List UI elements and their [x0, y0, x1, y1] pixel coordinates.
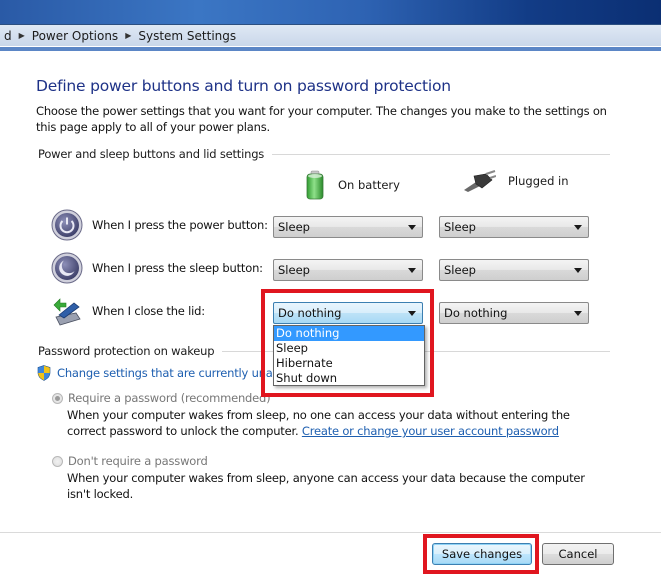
select-value: Sleep	[444, 263, 476, 277]
power-plug-icon	[464, 170, 496, 192]
chevron-down-icon	[408, 268, 416, 273]
breadcrumb-arrow-icon[interactable]: ▶	[16, 31, 28, 40]
sleep-button-label: When I press the sleep button:	[92, 261, 263, 275]
power-button-plugged-in-select[interactable]: Sleep	[439, 216, 589, 238]
page-title: Define power buttons and turn on passwor…	[36, 77, 451, 95]
select-value: Sleep	[278, 220, 310, 234]
column-label: On battery	[338, 178, 400, 192]
breadcrumb-item-power-options[interactable]: Power Options	[28, 29, 122, 43]
change-settings-link-text[interactable]: Change settings that are currently unava…	[57, 366, 289, 380]
laptop-lid-icon	[53, 298, 81, 326]
column-label: Plugged in	[508, 174, 569, 188]
close-lid-plugged-in-select[interactable]: Do nothing	[439, 302, 589, 324]
chevron-down-icon	[408, 225, 416, 230]
chevron-down-icon	[574, 268, 582, 273]
require-password-description: When your computer wakes from sleep, no …	[67, 407, 607, 439]
dont-require-password-description: When your computer wakes from sleep, any…	[67, 471, 585, 501]
select-value: Sleep	[278, 263, 310, 277]
section-header-power-buttons: Power and sleep buttons and lid settings	[38, 147, 610, 161]
radio-label[interactable]: Require a password (recommended)	[68, 391, 271, 405]
close-lid-label: When I close the lid:	[92, 304, 205, 318]
address-bar-border	[0, 46, 661, 52]
window-title-bar	[0, 0, 661, 24]
select-value: Sleep	[444, 220, 476, 234]
section-title: Power and sleep buttons and lid settings	[38, 147, 265, 161]
page-description: Choose the power settings that you want …	[36, 104, 607, 134]
select-value: Do nothing	[444, 306, 508, 320]
cancel-button[interactable]: Cancel	[542, 543, 614, 565]
breadcrumb-item-system-settings[interactable]: System Settings	[134, 29, 240, 43]
chevron-down-icon	[574, 311, 582, 316]
section-title: Password protection on wakeup	[38, 344, 215, 358]
highlight-box-lid-dropdown	[261, 289, 434, 397]
uac-shield-icon	[37, 365, 51, 381]
battery-icon	[306, 170, 324, 200]
breadcrumb-arrow-icon[interactable]: ▶	[122, 31, 134, 40]
section-divider	[272, 153, 610, 155]
create-password-link[interactable]: Create or change your user account passw…	[302, 424, 559, 438]
sleep-button-icon	[51, 252, 83, 284]
highlight-box-save-button	[423, 534, 539, 574]
footer-divider	[0, 532, 661, 533]
power-button-on-battery-select[interactable]: Sleep	[273, 216, 423, 238]
require-password-radio[interactable]	[52, 392, 63, 404]
column-header-plugged-in: Plugged in	[462, 170, 569, 192]
column-header-on-battery: On battery	[304, 170, 400, 200]
dont-require-password-radio[interactable]	[52, 455, 63, 467]
sleep-button-on-battery-select[interactable]: Sleep	[273, 259, 423, 281]
dont-require-password-option[interactable]: Don't require a password	[52, 454, 208, 468]
power-button-label: When I press the power button:	[92, 218, 268, 232]
chevron-down-icon	[574, 225, 582, 230]
radio-label[interactable]: Don't require a password	[68, 454, 208, 468]
require-password-option[interactable]: Require a password (recommended)	[52, 391, 271, 405]
change-settings-link[interactable]: Change settings that are currently unava…	[37, 365, 289, 381]
breadcrumb-item-control-panel[interactable]: d	[0, 29, 16, 43]
power-button-icon	[51, 209, 83, 241]
sleep-button-plugged-in-select[interactable]: Sleep	[439, 259, 589, 281]
breadcrumb[interactable]: d ▶ Power Options ▶ System Settings	[0, 24, 661, 46]
